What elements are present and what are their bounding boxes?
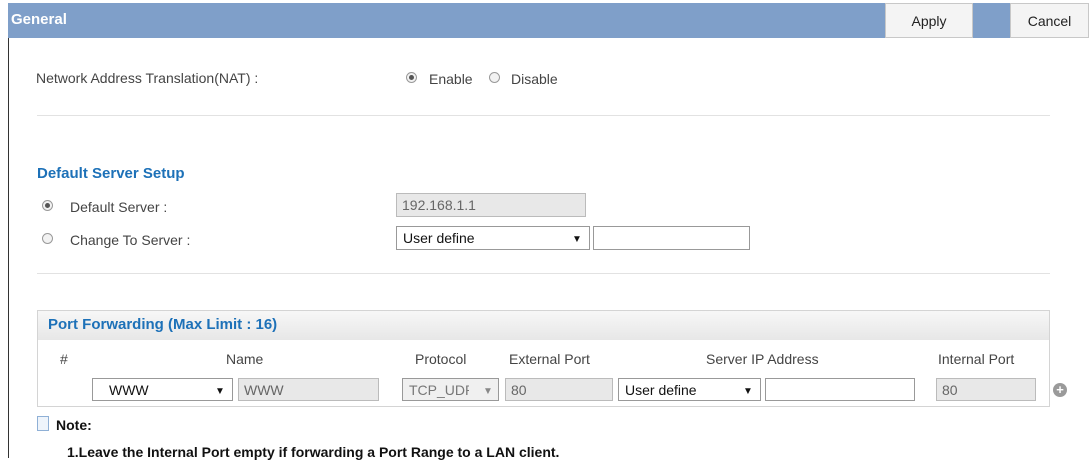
- column-header-server-ip-address: Server IP Address: [706, 351, 819, 367]
- pf-name-select-value: WWW: [109, 382, 149, 398]
- default-server-radio[interactable]: [42, 200, 53, 211]
- pf-server-ip-select[interactable]: User define ▼: [618, 378, 761, 401]
- column-header-number: #: [60, 351, 68, 367]
- pf-internal-port-field[interactable]: 80: [936, 378, 1036, 401]
- pf-server-ip-input[interactable]: [765, 378, 915, 401]
- add-row-icon[interactable]: +: [1053, 383, 1067, 397]
- nat-disable-label: Disable: [511, 71, 558, 87]
- general-header-bar: General Apply Cancel: [8, 3, 1089, 38]
- default-server-ip-field: 192.168.1.1: [396, 193, 586, 217]
- cancel-button[interactable]: Cancel: [1010, 3, 1089, 38]
- nat-label: Network Address Translation(NAT) :: [36, 70, 259, 86]
- chevron-down-icon: ▼: [483, 386, 493, 397]
- default-server-label: Default Server :: [70, 199, 168, 215]
- pf-name-select[interactable]: WWW ▼: [92, 378, 233, 401]
- apply-button[interactable]: Apply: [885, 3, 973, 38]
- change-to-server-label: Change To Server :: [70, 232, 191, 248]
- pf-external-port-field[interactable]: 80: [505, 378, 613, 401]
- chevron-down-icon: ▼: [743, 386, 753, 397]
- change-to-server-ip-input[interactable]: [593, 226, 750, 250]
- change-to-server-radio[interactable]: [42, 233, 53, 244]
- port-forwarding-title: Port Forwarding (Max Limit : 16): [48, 316, 278, 333]
- chevron-down-icon: ▼: [572, 234, 582, 245]
- change-to-server-select-value: User define: [403, 230, 475, 246]
- pf-protocol-select[interactable]: TCP_UDP ▼: [402, 378, 499, 401]
- note-title: Note:: [56, 417, 92, 433]
- note-icon: [37, 416, 49, 431]
- page-title: General: [11, 11, 67, 28]
- change-to-server-select[interactable]: User define ▼: [396, 226, 590, 250]
- column-header-external-port: External Port: [509, 351, 590, 367]
- content-left-border: [8, 38, 9, 458]
- default-server-setup-title: Default Server Setup: [37, 165, 185, 182]
- pf-server-ip-select-value: User define: [625, 382, 697, 398]
- nat-enable-radio[interactable]: [406, 72, 417, 83]
- divider: [37, 273, 1050, 274]
- pf-name-field[interactable]: WWW: [238, 378, 379, 401]
- column-header-protocol: Protocol: [415, 351, 467, 367]
- nat-enable-label: Enable: [429, 71, 473, 87]
- pf-protocol-select-value: TCP_UDP: [409, 382, 469, 398]
- nat-disable-radio[interactable]: [489, 72, 500, 83]
- divider: [37, 115, 1050, 116]
- chevron-down-icon: ▼: [215, 386, 225, 397]
- column-header-internal-port: Internal Port: [938, 351, 1015, 367]
- column-header-name: Name: [226, 351, 264, 367]
